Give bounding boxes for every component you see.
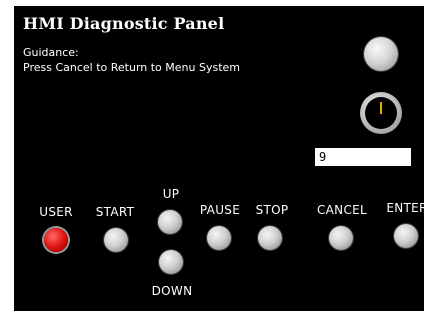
down-button[interactable] (159, 250, 183, 274)
cancel-label: CANCEL (316, 203, 368, 217)
enter-label: ENTER (386, 201, 428, 215)
cancel-button[interactable] (329, 226, 353, 250)
start-label: START (95, 205, 135, 219)
panel-title: HMI Diagnostic Panel (23, 14, 225, 33)
stop-label: STOP (255, 203, 289, 217)
enter-button[interactable] (394, 224, 418, 248)
start-button[interactable] (104, 228, 128, 252)
up-button[interactable] (158, 210, 182, 234)
rotary-knob[interactable] (360, 92, 402, 134)
guidance-text: Press Cancel to Return to Menu System (23, 61, 241, 74)
value-field[interactable]: 9 (315, 148, 411, 166)
user-label: USER (39, 205, 73, 219)
knob-face (365, 97, 397, 129)
stop-button[interactable] (258, 226, 282, 250)
pause-button[interactable] (207, 226, 231, 250)
pause-label: PAUSE (199, 203, 241, 217)
knob-indicator (380, 102, 382, 114)
up-label: UP (162, 187, 180, 201)
top-round-button[interactable] (364, 37, 398, 71)
down-label: DOWN (151, 284, 193, 298)
guidance-label: Guidance: (23, 46, 79, 59)
user-button[interactable] (44, 228, 68, 252)
hmi-panel: HMI Diagnostic Panel Guidance: Press Can… (14, 6, 428, 311)
